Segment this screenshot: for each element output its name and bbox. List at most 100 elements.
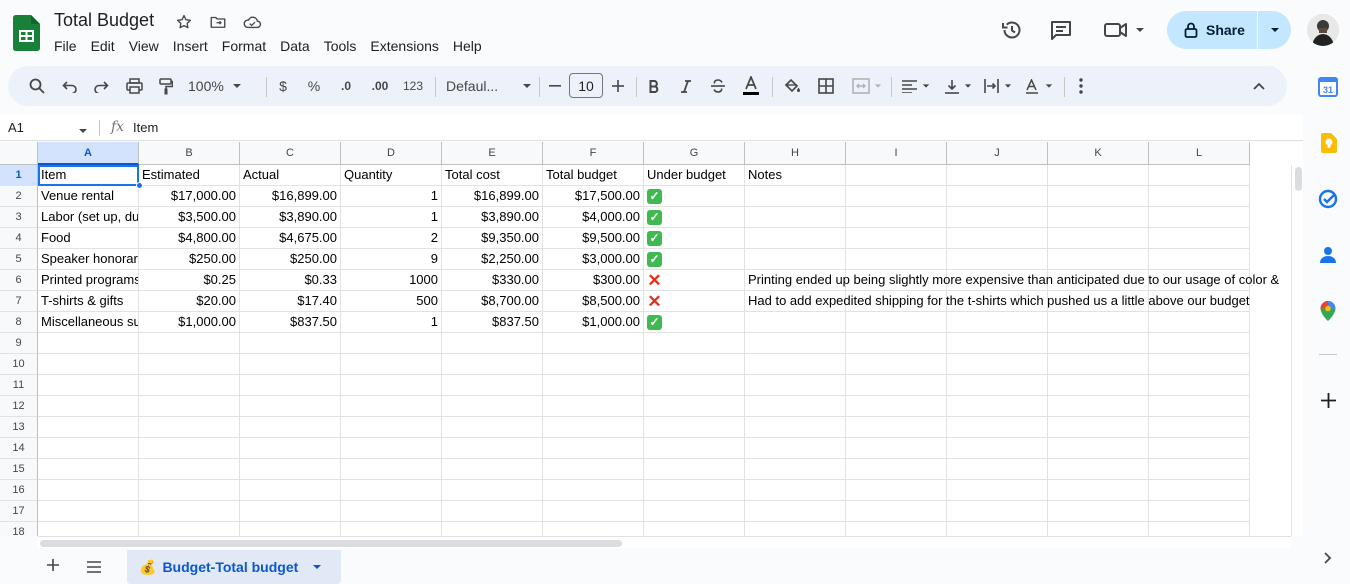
fill-handle[interactable] xyxy=(136,182,143,189)
sheet-tab-budget[interactable]: 💰 Budget-Total budget xyxy=(127,550,341,584)
cell[interactable] xyxy=(846,501,947,522)
print-icon[interactable] xyxy=(123,74,145,98)
cell[interactable] xyxy=(1149,396,1250,417)
cell[interactable] xyxy=(543,375,644,396)
column-header-i[interactable]: I xyxy=(846,142,947,165)
cell[interactable] xyxy=(745,459,846,480)
cell[interactable]: ✕ xyxy=(644,270,745,291)
select-all-corner[interactable] xyxy=(0,142,38,165)
star-icon[interactable] xyxy=(174,12,194,32)
cell[interactable] xyxy=(846,375,947,396)
cell[interactable] xyxy=(139,438,240,459)
cell[interactable] xyxy=(745,312,846,333)
cell[interactable] xyxy=(947,249,1048,270)
cell[interactable]: $330.00 xyxy=(442,270,543,291)
cell[interactable] xyxy=(644,417,745,438)
menu-help[interactable]: Help xyxy=(446,37,489,55)
row-header[interactable]: 8 xyxy=(0,312,38,333)
cell[interactable] xyxy=(240,459,341,480)
cell[interactable]: Total cost xyxy=(442,165,543,186)
cell[interactable] xyxy=(644,375,745,396)
cell[interactable]: 1 xyxy=(341,312,442,333)
cell[interactable]: $16,899.00 xyxy=(442,186,543,207)
cell[interactable]: Item xyxy=(38,165,139,186)
cell[interactable] xyxy=(1048,333,1149,354)
cell[interactable] xyxy=(240,438,341,459)
cell[interactable] xyxy=(1149,438,1250,459)
cell[interactable] xyxy=(1048,522,1149,536)
sheets-logo-icon[interactable] xyxy=(13,15,40,51)
cell[interactable] xyxy=(1149,186,1250,207)
cell[interactable]: Labor (set up, du xyxy=(38,207,139,228)
cell[interactable] xyxy=(139,480,240,501)
increase-font-size-icon[interactable] xyxy=(609,74,627,98)
cell[interactable]: Total budget xyxy=(543,165,644,186)
cell[interactable] xyxy=(846,480,947,501)
cell[interactable] xyxy=(38,333,139,354)
row-header[interactable]: 9 xyxy=(0,333,38,354)
cell[interactable]: $4,000.00 xyxy=(543,207,644,228)
cell[interactable] xyxy=(846,522,947,536)
cell[interactable] xyxy=(442,522,543,536)
cell[interactable] xyxy=(543,354,644,375)
column-header-d[interactable]: D xyxy=(341,142,442,165)
cell[interactable] xyxy=(543,438,644,459)
cell[interactable] xyxy=(240,375,341,396)
cell[interactable]: $8,700.00 xyxy=(442,291,543,312)
cell[interactable] xyxy=(947,207,1048,228)
cell[interactable] xyxy=(1149,522,1250,536)
cell[interactable] xyxy=(240,417,341,438)
cell[interactable] xyxy=(1048,375,1149,396)
cell[interactable]: $16,899.00 xyxy=(240,186,341,207)
chevron-down-icon[interactable] xyxy=(78,123,88,141)
menu-edit[interactable]: Edit xyxy=(84,37,122,55)
cell[interactable] xyxy=(543,417,644,438)
row-header[interactable]: 16 xyxy=(0,480,38,501)
cell[interactable] xyxy=(442,396,543,417)
cell[interactable] xyxy=(139,375,240,396)
cell[interactable] xyxy=(38,480,139,501)
column-header-h[interactable]: H xyxy=(745,142,846,165)
cell[interactable]: Quantity xyxy=(341,165,442,186)
bold-icon[interactable] xyxy=(644,74,664,98)
cell[interactable]: $3,890.00 xyxy=(442,207,543,228)
cell[interactable] xyxy=(1048,249,1149,270)
cell[interactable]: $9,500.00 xyxy=(543,228,644,249)
cell[interactable] xyxy=(846,396,947,417)
cell[interactable] xyxy=(846,228,947,249)
cell[interactable] xyxy=(947,480,1048,501)
cell[interactable] xyxy=(745,186,846,207)
cell[interactable] xyxy=(745,396,846,417)
cell[interactable] xyxy=(1149,459,1250,480)
cell[interactable] xyxy=(442,480,543,501)
cell[interactable]: Estimated xyxy=(139,165,240,186)
cell[interactable] xyxy=(543,396,644,417)
cell[interactable] xyxy=(947,312,1048,333)
cell[interactable]: $0.33 xyxy=(240,270,341,291)
cell[interactable] xyxy=(1048,186,1149,207)
cell[interactable]: $17.40 xyxy=(240,291,341,312)
text-color-icon[interactable] xyxy=(738,74,764,98)
more-formats-button[interactable]: 123 xyxy=(400,74,426,98)
cell[interactable] xyxy=(240,333,341,354)
row-header[interactable]: 15 xyxy=(0,459,38,480)
calendar-icon[interactable]: 31 xyxy=(1318,77,1338,97)
borders-icon[interactable] xyxy=(815,74,837,98)
cell[interactable] xyxy=(846,438,947,459)
cell[interactable]: 1000 xyxy=(341,270,442,291)
cell[interactable] xyxy=(947,375,1048,396)
row-header[interactable]: 6 xyxy=(0,270,38,291)
cell[interactable] xyxy=(846,165,947,186)
cell[interactable] xyxy=(38,417,139,438)
cell[interactable] xyxy=(846,207,947,228)
row-header[interactable]: 2 xyxy=(0,186,38,207)
column-header-a[interactable]: A xyxy=(38,142,139,165)
cell[interactable] xyxy=(745,207,846,228)
cell[interactable] xyxy=(38,396,139,417)
cell[interactable] xyxy=(947,417,1048,438)
column-header-e[interactable]: E xyxy=(442,142,543,165)
cell[interactable]: Had to add expedited shipping for the t-… xyxy=(745,291,1250,312)
menu-tools[interactable]: Tools xyxy=(317,37,364,55)
cell[interactable] xyxy=(341,480,442,501)
cell[interactable]: Food xyxy=(38,228,139,249)
